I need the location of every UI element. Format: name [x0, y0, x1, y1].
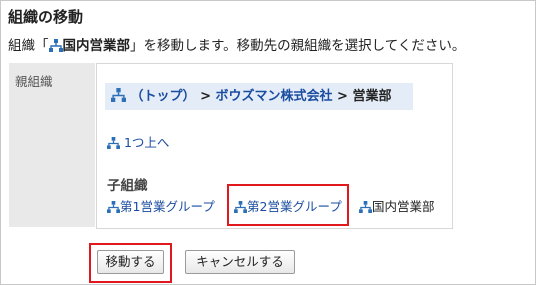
breadcrumb-current: 営業部 — [352, 89, 392, 104]
child-org-link[interactable]: 第2営業グループ — [234, 196, 342, 216]
child-org-label: 第1営業グループ — [120, 199, 215, 214]
org-icon — [107, 201, 120, 216]
parent-selector-panel: （トップ） > ボウズマン株式会社 > 営業部 1つ上へ 子組織 第1営業グルー… — [96, 63, 453, 229]
org-icon — [48, 39, 63, 56]
org-icon — [234, 201, 247, 216]
child-org-label: 国内営業部 — [372, 199, 435, 214]
breadcrumb-separator: > — [195, 89, 216, 104]
child-org-link[interactable]: 第1営業グループ — [107, 196, 215, 216]
description: 組織「 国内営業部」を移動します。移動先の親組織を選択してください。 — [8, 34, 465, 56]
page-title: 組織の移動 — [8, 8, 84, 26]
up-one-level-link[interactable]: 1つ上へ — [107, 132, 169, 152]
org-icon — [111, 85, 126, 112]
child-org-label: 第2営業グループ — [247, 199, 342, 214]
cancel-button[interactable]: キャンセルする — [185, 250, 295, 274]
children-heading: 子組織 — [107, 178, 148, 194]
parent-label-cell: 親組織 — [9, 63, 95, 227]
breadcrumb-company-link[interactable]: ボウズマン株式会社 — [216, 89, 333, 104]
dialog-frame: 組織の移動 組織「 国内営業部」を移動します。移動先の親組織を選択してください。 … — [0, 0, 536, 285]
desc-suffix: 」を移動します。移動先の親組織を選択してください。 — [130, 38, 466, 54]
breadcrumb-top-link[interactable]: （トップ） — [131, 89, 196, 104]
parent-label: 親組織 — [15, 74, 53, 89]
breadcrumb: （トップ） > ボウズマン株式会社 > 営業部 — [105, 83, 413, 110]
org-name: 国内営業部 — [62, 38, 131, 54]
org-icon — [107, 137, 120, 152]
desc-prefix: 組織「 — [8, 38, 49, 54]
child-org-disabled: 国内営業部 — [359, 196, 435, 216]
up-one-level-label: 1つ上へ — [123, 135, 170, 150]
org-icon — [359, 201, 372, 216]
breadcrumb-separator: > — [332, 89, 353, 104]
move-button[interactable]: 移動する — [97, 250, 164, 274]
